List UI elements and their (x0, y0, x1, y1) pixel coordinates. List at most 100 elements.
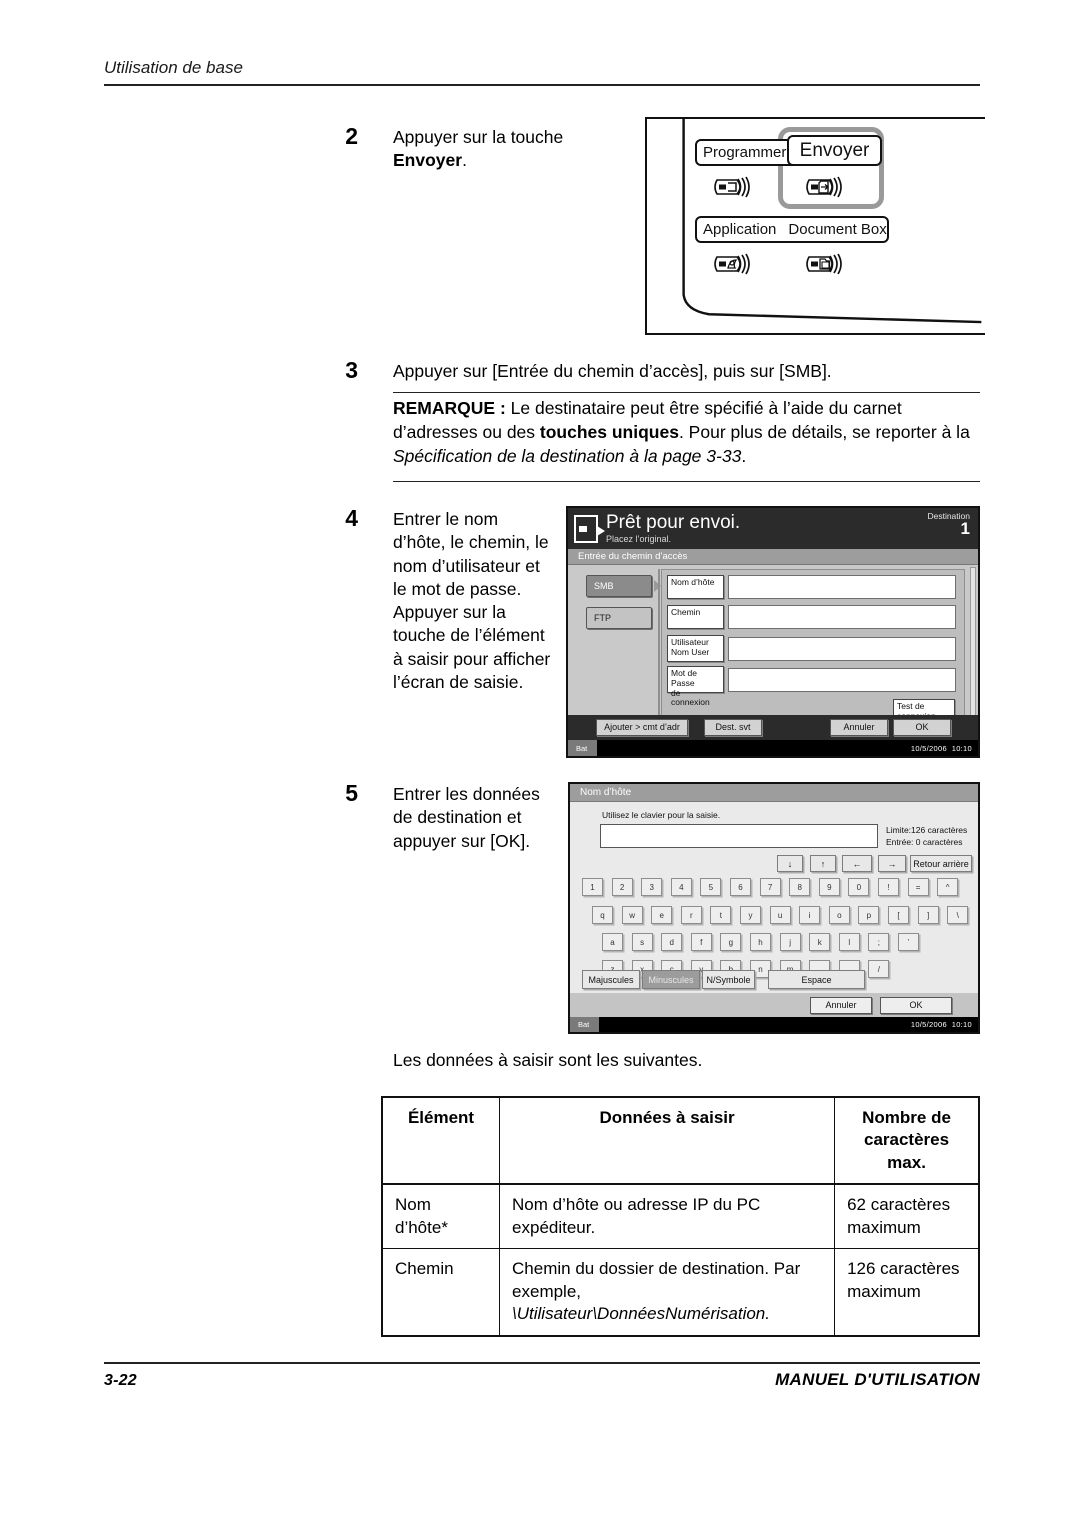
field-key-utilisateur-label2: Nom User (671, 646, 710, 657)
field-value-utilisateur[interactable] (728, 637, 956, 661)
step-text-5: Entrer les données de destination et app… (393, 784, 540, 851)
note-label: REMARQUE : (393, 398, 506, 418)
keyboard-key-l[interactable]: l (838, 933, 860, 951)
panel-key-box-envoyer[interactable]: Envoyer (787, 135, 882, 166)
status-time: 10:10 (951, 743, 972, 753)
keyboard-key-8[interactable]: 8 (789, 878, 811, 896)
keyboard-mode-symbole[interactable]: N/Symbole (702, 970, 755, 989)
field-value-mot-de-passe[interactable] (728, 668, 956, 692)
keyboard-key-0[interactable]: 0 (848, 878, 870, 896)
application-key-icon[interactable] (711, 249, 763, 279)
path-entry-scrollbar[interactable] (970, 567, 976, 731)
row-max-chemin: 126 caractères maximum (834, 1248, 980, 1336)
keyboard-key-[interactable]: ; (868, 933, 890, 951)
keyboard-key-[interactable]: = (907, 878, 929, 896)
keyboard-key-2[interactable]: 2 (611, 878, 633, 896)
step-number-3: 3 (345, 357, 358, 383)
screen-keyboard-statusbar: Bat 10/5/2006 10:10 (570, 1017, 978, 1032)
screen-path-body: SMB FTP Nom d’hôte Chemin Utilisateur No… (568, 565, 978, 735)
manual-title: MANUEL D'UTILISATION (775, 1370, 980, 1389)
keyboard-status-time: 10:10 (951, 1020, 972, 1029)
footer-button-ajouter-carnet[interactable]: Ajouter > cmt d’adr (596, 719, 688, 736)
footer-button-ok[interactable]: OK (893, 719, 951, 736)
field-key-mot-de-passe[interactable]: Mot de Passe de connexion (667, 666, 724, 707)
program-key-icon[interactable] (711, 172, 763, 202)
keyboard-key-6[interactable]: 6 (730, 878, 751, 896)
keyboard-key-[interactable]: [ (888, 906, 909, 924)
keyboard-key-[interactable]: ’ (898, 933, 919, 951)
panel-key-label-document-box: Document Box (788, 221, 887, 238)
keyboard-backspace[interactable]: Retour arrière (910, 855, 972, 872)
field-key-nom-dhote[interactable]: Nom d’hôte (667, 575, 724, 599)
keyboard-key-g[interactable]: g (720, 933, 742, 951)
protocol-tab-smb[interactable]: SMB (586, 575, 652, 597)
test-connexion-label1: Test de (897, 701, 925, 711)
table-row: Chemin Chemin du dossier de destination.… (381, 1248, 980, 1336)
keyboard-key-9[interactable]: 9 (818, 878, 840, 896)
keyboard-key-u[interactable]: u (769, 906, 791, 924)
keyboard-key-j[interactable]: j (779, 933, 801, 951)
keyboard-key-[interactable]: ^ (937, 878, 959, 896)
keyboard-text-input[interactable] (600, 824, 878, 848)
status-datetime: 10/5/2006 10:10 (911, 744, 972, 753)
keyboard-key-p[interactable]: p (858, 906, 880, 924)
step-number-2: 2 (345, 123, 358, 149)
keyboard-nav-right[interactable]: → (878, 855, 906, 872)
keyboard-key-3[interactable]: 3 (641, 878, 663, 896)
status-date: 10/5/2006 (910, 743, 947, 753)
keyboard-key-5[interactable]: 5 (700, 878, 722, 896)
keyboard-key-s[interactable]: s (631, 933, 653, 951)
keyboard-footer-annuler[interactable]: Annuler (810, 997, 872, 1014)
keyboard-key-i[interactable]: i (799, 906, 821, 924)
keyboard-key-f[interactable]: f (690, 933, 712, 951)
keyboard-key-d[interactable]: d (661, 933, 683, 951)
keyboard-key-[interactable]: ! (878, 878, 899, 896)
keyboard-key-4[interactable]: 4 (670, 878, 692, 896)
footer-button-dest-svt[interactable]: Dest. svt (704, 719, 762, 736)
keyboard-key-k[interactable]: k (809, 933, 831, 951)
keyboard-key-h[interactable]: h (750, 933, 771, 951)
keyboard-key-r[interactable]: r (680, 906, 702, 924)
keyboard-nav-down[interactable]: ↓ (777, 855, 803, 872)
row-data-chemin-example: \Utilisateur\DonnéesNumérisation. (512, 1304, 770, 1324)
screen-path-title: Prêt pour envoi. (606, 512, 741, 533)
keyboard-key-w[interactable]: w (621, 906, 643, 924)
header-rule (104, 84, 980, 86)
keyboard-footer-ok[interactable]: OK (880, 997, 952, 1014)
step2-keyname: Envoyer (393, 150, 463, 171)
keyboard-key-1[interactable]: 1 (582, 878, 603, 896)
keyboard-key-t[interactable]: t (710, 906, 732, 924)
keyboard-key-7[interactable]: 7 (759, 878, 781, 896)
keyboard-key-a[interactable]: a (602, 933, 623, 951)
keyboard-limit-info: Limite:126 caractères Entrée: 0 caractèr… (886, 824, 978, 849)
manual-page: Utilisation de base 2 Appuyer sur la tou… (0, 0, 1080, 1528)
note-reference: Spécification de la destination à la pag… (393, 445, 742, 466)
field-value-chemin[interactable] (728, 605, 956, 629)
field-value-nom-dhote[interactable] (728, 575, 956, 599)
field-key-utilisateur[interactable]: Utilisateur Nom User (667, 635, 724, 662)
keyboard-mode-majuscules[interactable]: Majuscules (582, 970, 640, 989)
keyboard-key-y[interactable]: y (740, 906, 761, 924)
keyboard-key-[interactable]: / (868, 960, 890, 978)
keyboard-mode-minuscules[interactable]: Minuscules (642, 970, 700, 989)
document-box-key-icon[interactable] (803, 249, 855, 279)
table-header-maxchars-line2: caractères max. (864, 1130, 950, 1172)
protocol-tab-ftp[interactable]: FTP (586, 607, 652, 629)
note-part2: . Pour plus de détails, se reporter à la (678, 421, 970, 442)
keyboard-key-[interactable]: \ (947, 906, 969, 924)
send-key-icon[interactable] (803, 172, 855, 202)
destination-count: 1 (960, 519, 970, 538)
field-key-chemin[interactable]: Chemin (667, 605, 724, 629)
table-row: Nom d’hôte* Nom d’hôte ou adresse IP du … (381, 1184, 980, 1250)
panel-divider (658, 569, 660, 731)
footer-button-annuler[interactable]: Annuler (830, 719, 888, 736)
keyboard-key-o[interactable]: o (828, 906, 850, 924)
keyboard-key-e[interactable]: e (651, 906, 673, 924)
footer-rule (104, 1362, 980, 1364)
keyboard-nav-up[interactable]: ↑ (810, 855, 836, 872)
keyboard-key-q[interactable]: q (592, 906, 613, 924)
keyboard-key-[interactable]: ] (917, 906, 939, 924)
field-key-chemin-label: Chemin (671, 607, 701, 617)
keyboard-nav-left[interactable]: ← (842, 855, 872, 872)
keyboard-space-button[interactable]: Espace (768, 970, 865, 989)
